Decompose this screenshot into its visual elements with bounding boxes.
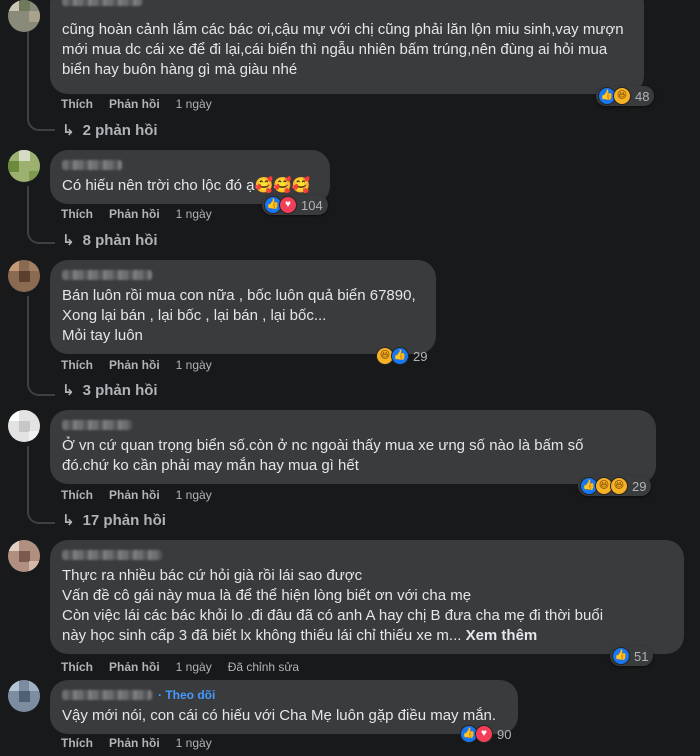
reaction-count: 90 bbox=[497, 726, 512, 742]
replies-count: 2 phản hồi bbox=[82, 121, 158, 139]
comment-bubble: · Theo dõi Vậy mới nói, con cái có hiếu … bbox=[50, 680, 518, 734]
view-replies-link[interactable]: ↳ 2 phản hồi bbox=[62, 121, 158, 140]
love-reaction-icon: ♥ bbox=[475, 725, 493, 743]
like-button[interactable]: Thích bbox=[61, 488, 93, 502]
author-name[interactable] bbox=[62, 420, 132, 430]
comment-actions: Thích Phản hồi 1 ngày bbox=[61, 358, 228, 372]
thread-connector bbox=[27, 380, 55, 396]
like-reaction-icon: 👍 bbox=[391, 347, 409, 365]
comment-text: cũng hoàn cảnh lắm các bác ơi,cậu mự với… bbox=[62, 21, 624, 78]
comment-bubble: cũng hoàn cảnh lắm các bác ơi,cậu mự với… bbox=[50, 0, 644, 94]
reaction-count: 104 bbox=[301, 197, 323, 213]
haha-reaction-icon: 😆 bbox=[610, 477, 628, 495]
comment-bubble: Bán luôn rồi mua con nữa , bốc luôn quả … bbox=[50, 260, 436, 354]
reply-button[interactable]: Phản hồi bbox=[109, 207, 160, 221]
timestamp[interactable]: 1 ngày bbox=[176, 97, 212, 111]
like-button[interactable]: Thích bbox=[61, 736, 93, 750]
thread-connector bbox=[27, 115, 55, 131]
avatar[interactable] bbox=[8, 680, 40, 712]
love-reaction-icon: ♥ bbox=[279, 196, 297, 214]
timestamp[interactable]: 1 ngày bbox=[176, 358, 212, 372]
like-button[interactable]: Thích bbox=[61, 97, 93, 111]
comment-bubble: Ở vn cứ quan trọng biển số.còn ở nc ngoà… bbox=[50, 410, 656, 484]
comment-text: Vậy mới nói, con cái có hiếu với Cha Mẹ … bbox=[62, 707, 497, 724]
view-replies-link[interactable]: ↳ 8 phản hồi bbox=[62, 231, 158, 250]
comment-text: Ở vn cứ quan trọng biển số.còn ở nc ngoà… bbox=[62, 437, 584, 474]
reply-button[interactable]: Phản hồi bbox=[109, 660, 160, 674]
reaction-summary[interactable]: 😆 👍 29 bbox=[376, 346, 427, 366]
like-button[interactable]: Thích bbox=[61, 660, 93, 674]
reply-button[interactable]: Phản hồi bbox=[109, 358, 160, 372]
timestamp[interactable]: 1 ngày bbox=[176, 736, 212, 750]
thread-connector bbox=[27, 228, 55, 244]
comment-text: Có hiếu nên trời cho lộc đó ạ🥰🥰🥰 bbox=[62, 177, 311, 194]
reply-arrow-icon: ↳ bbox=[62, 382, 75, 399]
follow-button[interactable]: · Theo dõi bbox=[158, 688, 215, 702]
reply-arrow-icon: ↳ bbox=[62, 122, 75, 139]
thread-line bbox=[27, 186, 29, 228]
timestamp[interactable]: 1 ngày bbox=[176, 207, 212, 221]
replies-count: 8 phản hồi bbox=[82, 231, 158, 249]
avatar[interactable] bbox=[8, 540, 40, 572]
thread-line bbox=[27, 446, 29, 508]
comment-bubble: Thực ra nhiều bác cứ hỏi già rồi lái sao… bbox=[50, 540, 684, 654]
avatar[interactable] bbox=[8, 0, 40, 32]
thread-connector bbox=[27, 508, 55, 524]
reaction-count: 29 bbox=[632, 478, 647, 494]
timestamp[interactable]: 1 ngày bbox=[176, 488, 212, 502]
comment-actions: Thích Phản hồi 1 ngày bbox=[61, 207, 228, 221]
comment-actions: Thích Phản hồi 1 ngày Đã chỉnh sửa bbox=[61, 660, 299, 674]
like-button[interactable]: Thích bbox=[61, 358, 93, 372]
like-button[interactable]: Thích bbox=[61, 207, 93, 221]
reaction-summary[interactable]: 👍 😆 48 bbox=[596, 86, 655, 106]
comment-actions: Thích Phản hồi 1 ngày bbox=[61, 97, 228, 111]
reply-button[interactable]: Phản hồi bbox=[109, 488, 160, 502]
reaction-summary[interactable]: 👍 ♥ 104 bbox=[262, 195, 328, 215]
author-name[interactable] bbox=[62, 0, 142, 6]
author-name[interactable] bbox=[62, 550, 162, 560]
see-more-link[interactable]: Xem thêm bbox=[466, 627, 538, 644]
haha-reaction-icon: 😆 bbox=[613, 87, 631, 105]
reply-arrow-icon: ↳ bbox=[62, 512, 75, 529]
timestamp[interactable]: 1 ngày bbox=[176, 660, 212, 674]
avatar[interactable] bbox=[8, 260, 40, 292]
avatar[interactable] bbox=[8, 150, 40, 182]
reaction-count: 29 bbox=[413, 348, 428, 364]
author-name[interactable] bbox=[62, 270, 152, 280]
author-name[interactable] bbox=[62, 690, 152, 700]
reply-arrow-icon: ↳ bbox=[62, 232, 75, 249]
comment-actions: Thích Phản hồi 1 ngày bbox=[61, 736, 228, 750]
reaction-summary[interactable]: 👍 😆 😆 29 bbox=[578, 476, 652, 496]
author-name[interactable] bbox=[62, 160, 122, 170]
replies-count: 3 phản hồi bbox=[82, 381, 158, 399]
reply-button[interactable]: Phản hồi bbox=[109, 97, 160, 111]
comment-actions: Thích Phản hồi 1 ngày bbox=[61, 488, 228, 502]
edited-label: Đã chỉnh sửa bbox=[227, 660, 300, 674]
like-reaction-icon: 👍 bbox=[612, 647, 630, 665]
reaction-count: 48 bbox=[635, 88, 650, 104]
thread-line bbox=[27, 296, 29, 380]
reply-button[interactable]: Phản hồi bbox=[109, 736, 160, 750]
avatar[interactable] bbox=[8, 410, 40, 442]
reaction-summary[interactable]: 👍 51 bbox=[610, 646, 654, 666]
comment-text: Thực ra nhiều bác cứ hỏi già rồi lái sao… bbox=[62, 567, 604, 644]
replies-count: 17 phản hồi bbox=[82, 511, 166, 529]
comment-text: Bán luôn rồi mua con nữa , bốc luôn quả … bbox=[62, 287, 416, 344]
reaction-summary[interactable]: 👍 ♥ 90 bbox=[460, 724, 511, 744]
view-replies-link[interactable]: ↳ 17 phản hồi bbox=[62, 511, 166, 530]
reaction-count: 51 bbox=[634, 648, 649, 664]
view-replies-link[interactable]: ↳ 3 phản hồi bbox=[62, 381, 158, 400]
